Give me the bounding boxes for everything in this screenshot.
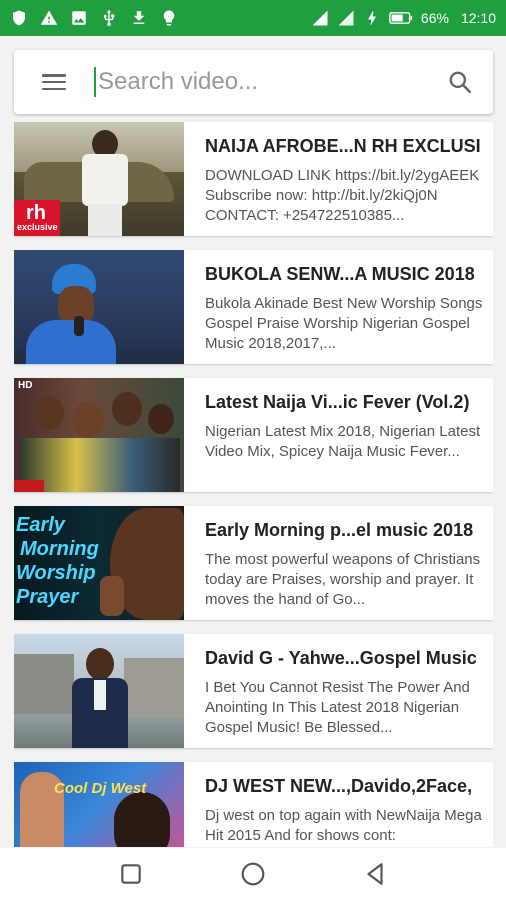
video-thumbnail: Early Morning Worship Prayer <box>14 506 184 620</box>
usb-icon <box>100 9 118 27</box>
shield-icon <box>10 9 28 27</box>
battery-icon <box>389 9 413 27</box>
signal-icon <box>311 9 329 27</box>
search-icon[interactable] <box>447 69 473 95</box>
video-item[interactable]: rh exclusive NAIJA AFROBE...N RH EXCLUSI… <box>14 122 493 236</box>
video-list: rh exclusive NAIJA AFROBE...N RH EXCLUSI… <box>14 122 493 847</box>
bulb-icon <box>160 9 178 27</box>
search-input[interactable] <box>94 67 447 97</box>
video-title: NAIJA AFROBE...N RH EXCLUSI <box>205 136 481 156</box>
video-info: NAIJA AFROBE...N RH EXCLUSI DOWNLOAD LIN… <box>184 122 493 236</box>
video-description: I Bet You Cannot Resist The Power And An… <box>205 679 470 736</box>
video-thumbnail: rh exclusive <box>14 122 184 236</box>
video-title: BUKOLA SENW...A MUSIC 2018 <box>205 264 475 284</box>
video-info: David G - Yahwe...Gospel Music I Bet You… <box>184 634 493 748</box>
status-left-icons <box>10 9 178 27</box>
clock: 12:10 <box>460 10 496 26</box>
video-thumbnail: Cool Dj West <box>14 762 184 847</box>
video-info: Early Morning p...el music 2018 The most… <box>184 506 493 620</box>
video-info: DJ WEST NEW...,Davido,2Face, Dj west on … <box>184 762 493 847</box>
menu-icon[interactable] <box>40 71 68 93</box>
video-info: BUKOLA SENW...A MUSIC 2018 Bukola Akinad… <box>184 250 493 364</box>
video-title: David G - Yahwe...Gospel Music <box>205 648 477 668</box>
video-title: Latest Naija Vi...ic Fever (Vol.2) <box>205 392 470 412</box>
video-description: Bukola Akinade Best New Worship Songs Go… <box>205 295 483 352</box>
video-info: Latest Naija Vi...ic Fever (Vol.2) Niger… <box>184 378 493 492</box>
video-item[interactable]: Early Morning Worship Prayer Early Morni… <box>14 506 493 620</box>
recent-apps-icon[interactable] <box>116 859 146 889</box>
video-item[interactable]: Cool Dj West DJ WEST NEW...,Davido,2Face… <box>14 762 493 847</box>
signal-4g-icon <box>337 9 355 27</box>
video-thumbnail: HD <box>14 378 184 492</box>
video-item[interactable]: BUKOLA SENW...A MUSIC 2018 Bukola Akinad… <box>14 250 493 364</box>
home-icon[interactable] <box>238 859 268 889</box>
video-item[interactable]: HD Latest Naija Vi...ic Fever (Vol.2) Ni… <box>14 378 493 492</box>
video-thumbnail <box>14 634 184 748</box>
download-icon <box>130 9 148 27</box>
video-item[interactable]: David G - Yahwe...Gospel Music I Bet You… <box>14 634 493 748</box>
video-thumbnail <box>14 250 184 364</box>
thumb-title-text: Cool Dj West <box>54 780 147 797</box>
back-icon[interactable] <box>360 859 390 889</box>
thumb-logo-subtext: exclusive <box>17 222 58 232</box>
thumb-hd-badge: HD <box>18 380 33 391</box>
video-title: Early Morning p...el music 2018 <box>205 520 474 540</box>
thumb-text-line: Prayer <box>16 586 79 608</box>
thumb-text-line: Morning <box>20 538 99 560</box>
video-title: DJ WEST NEW...,Davido,2Face, <box>205 776 473 796</box>
navigation-bar <box>0 848 506 900</box>
image-icon <box>70 9 88 27</box>
video-description: The most powerful weapons of Christians … <box>205 551 481 608</box>
video-description: Dj west on top again with NewNaija Mega … <box>205 807 482 844</box>
status-right: 66% 12:10 <box>311 9 496 27</box>
thumb-text-line: Early <box>16 514 65 536</box>
search-bar <box>14 50 493 114</box>
thumb-text-line: Worship <box>16 562 96 584</box>
video-description: Nigerian Latest Mix 2018, Nigerian Lates… <box>205 423 481 460</box>
battery-percent: 66% <box>420 10 449 26</box>
status-bar: 66% 12:10 <box>0 0 506 36</box>
warning-icon <box>40 9 58 27</box>
video-description: DOWNLOAD LINK https://bit.ly/2ygAEEK Sub… <box>205 167 480 224</box>
charging-icon <box>363 9 381 27</box>
